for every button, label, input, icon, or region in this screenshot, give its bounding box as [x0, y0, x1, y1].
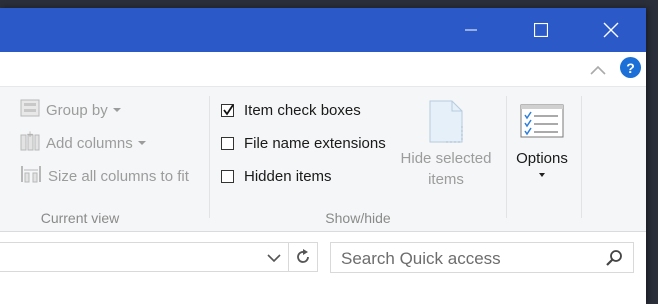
minimize-icon	[465, 29, 477, 31]
add-columns-button[interactable]: + Add columns	[20, 130, 147, 155]
minimize-button[interactable]	[448, 8, 494, 52]
add-columns-label: Add columns	[46, 134, 133, 152]
hidden-items-checkbox[interactable]: Hidden items	[221, 165, 332, 187]
search-input[interactable]: Search Quick access	[341, 249, 501, 269]
address-history-button[interactable]	[262, 248, 286, 268]
size-columns-icon	[20, 164, 42, 188]
dropdown-arrow-icon	[539, 173, 545, 177]
group-by-label: Group by	[46, 101, 108, 119]
options-icon	[520, 104, 564, 138]
checkbox-checked-icon	[221, 103, 234, 117]
maximize-icon	[534, 23, 548, 37]
group-by-icon	[20, 99, 40, 121]
search-icon	[606, 250, 622, 266]
current-view-group-label: Current view	[40, 210, 120, 226]
help-button[interactable]: ?	[620, 57, 641, 78]
dropdown-arrow-icon	[137, 141, 146, 145]
title-bar	[0, 8, 646, 52]
options-button[interactable]: Options	[507, 104, 577, 179]
add-columns-icon: +	[20, 130, 40, 155]
file-explorer-window: ? Group by + Add columns Size all column…	[0, 8, 646, 304]
address-input[interactable]	[0, 242, 289, 272]
maximize-button[interactable]	[518, 8, 564, 52]
ribbon-tab-row	[0, 52, 646, 86]
item-check-boxes-label: Item check boxes	[244, 101, 361, 119]
ribbon-divider	[581, 96, 582, 218]
hidden-items-label: Hidden items	[244, 167, 332, 185]
hide-selected-icon	[429, 100, 463, 143]
group-by-button[interactable]: Group by	[20, 99, 122, 121]
chevron-up-icon	[590, 65, 606, 75]
checkbox-unchecked-icon	[221, 136, 234, 150]
chevron-down-icon	[267, 253, 281, 262]
refresh-button[interactable]	[288, 242, 318, 272]
checkbox-unchecked-icon	[221, 169, 234, 183]
search-box[interactable]: Search Quick access	[330, 242, 634, 273]
hide-selected-items-button[interactable]: Hide selected items	[396, 100, 496, 190]
svg-text:+: +	[26, 131, 34, 140]
file-name-extensions-checkbox[interactable]: File name extensions	[221, 132, 386, 154]
hide-selected-label-line2: items	[428, 171, 464, 188]
collapse-ribbon-button[interactable]	[585, 60, 611, 80]
show-hide-group-label: Show/hide	[325, 210, 391, 226]
size-all-columns-label: Size all columns to fit	[48, 167, 189, 185]
close-icon	[603, 22, 619, 38]
file-name-extensions-label: File name extensions	[244, 134, 386, 152]
hide-selected-label-line1: Hide selected	[400, 150, 492, 167]
dropdown-arrow-icon	[112, 108, 121, 112]
item-check-boxes-checkbox[interactable]: Item check boxes	[221, 99, 361, 121]
size-all-columns-button[interactable]: Size all columns to fit	[20, 165, 189, 187]
options-label: Options	[516, 150, 568, 167]
ribbon-divider	[209, 96, 210, 218]
close-button[interactable]	[588, 8, 634, 52]
refresh-icon	[297, 249, 309, 263]
